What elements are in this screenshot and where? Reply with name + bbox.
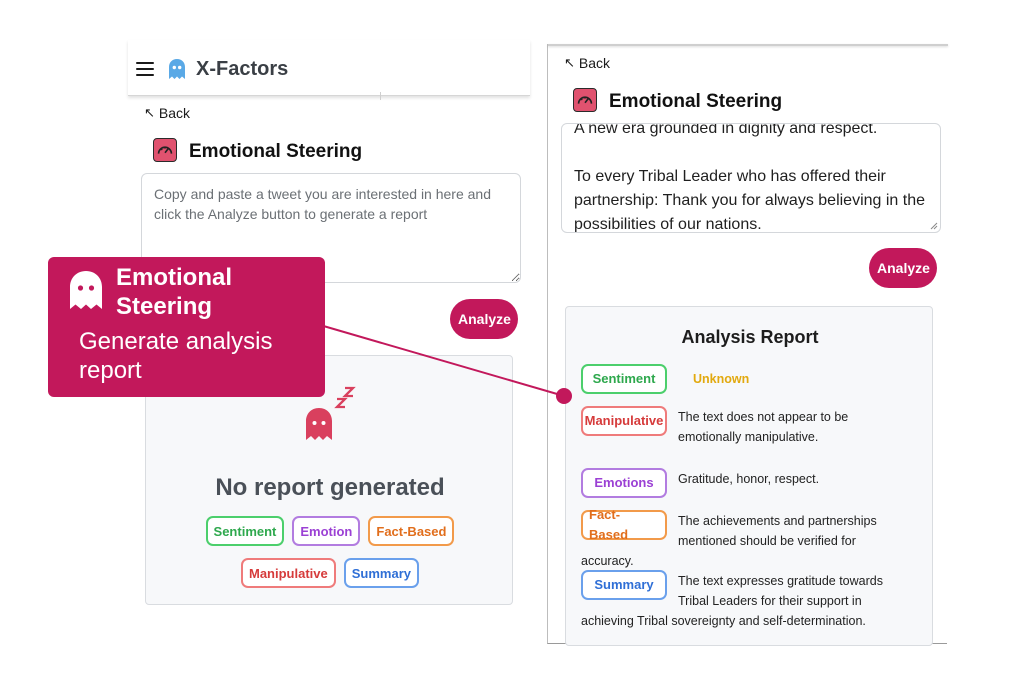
report-row-fact-based: Fact-Based The achievements and partners… (581, 507, 911, 571)
callout-title: Emotional Steering (116, 264, 233, 320)
tag-manipulative: Manipulative (241, 558, 336, 588)
arrow-up-left-icon: ↖ (564, 55, 575, 70)
report-row-sentiment: Sentiment Unknown (581, 364, 911, 394)
callout-subtitle: Generate analysis report (79, 328, 273, 384)
app-title: X-Factors (196, 58, 289, 80)
analyze-button[interactable]: Analyze (450, 299, 518, 339)
topbar-divider (380, 92, 381, 100)
empty-report-title: No report generated (215, 474, 445, 501)
tag-emotion: Emotion (292, 516, 361, 546)
sentiment-value: Unknown (693, 372, 750, 386)
speedometer-icon (573, 88, 597, 112)
tag-fact-based: Fact-Based (581, 507, 667, 542)
tweet-input[interactable]: A new era grounded in dignity and respec… (561, 123, 941, 233)
analyze-button[interactable]: Analyze (869, 248, 937, 288)
sleeping-ghost-icon (306, 408, 332, 440)
tag-fact-based: Fact-Based (368, 516, 455, 546)
feature-callout: Emotional Steering Generate analysis rep… (48, 257, 325, 397)
back-label: Back (578, 55, 611, 71)
zzz-icon (334, 386, 356, 409)
report-title: Analysis Report (681, 327, 819, 347)
ghost-icon (70, 271, 102, 309)
tweet-text: A new era grounded in dignity and respec… (574, 123, 926, 233)
tag-sentiment: Sentiment (581, 364, 667, 394)
back-link[interactable]: ↖ Back (144, 105, 190, 121)
top-edge (548, 44, 948, 46)
ghost-logo-icon (169, 59, 185, 79)
tag-emotions: Emotions (581, 468, 667, 498)
top-app-bar: X-Factors (128, 40, 530, 100)
tag-manipulative: Manipulative (581, 406, 667, 436)
report-row-emotions: Emotions Gratitude, honor, respect. (581, 468, 911, 498)
empty-tag-list: Sentiment Emotion Fact-Based Manipulativ… (146, 516, 514, 588)
report-row-manipulative: Manipulative The text does not appear to… (581, 406, 911, 447)
feature-title: Emotional Steering (609, 91, 783, 112)
manipulative-text: The text does not appear to be emotional… (678, 410, 849, 444)
right-app-panel: ↖ Back Emotional Steering A new era grou… (547, 44, 948, 646)
tag-summary: Summary (343, 558, 419, 588)
tag-sentiment: Sentiment (205, 516, 285, 546)
resize-handle-icon[interactable] (930, 222, 938, 230)
emotions-text: Gratitude, honor, respect. (678, 472, 820, 486)
analysis-report-card: Analysis Report Sentiment Unknown Manipu… (565, 306, 933, 646)
menu-icon[interactable] (136, 61, 156, 77)
back-label: Back (158, 105, 191, 121)
report-row-summary: Summary The text expresses gratitude tow… (581, 570, 911, 631)
back-link[interactable]: ↖ Back (564, 55, 610, 71)
tag-summary: Summary (581, 570, 667, 600)
arrow-up-left-icon: ↖ (144, 105, 155, 120)
feature-title: Emotional Steering (189, 141, 363, 162)
speedometer-icon (153, 138, 177, 162)
